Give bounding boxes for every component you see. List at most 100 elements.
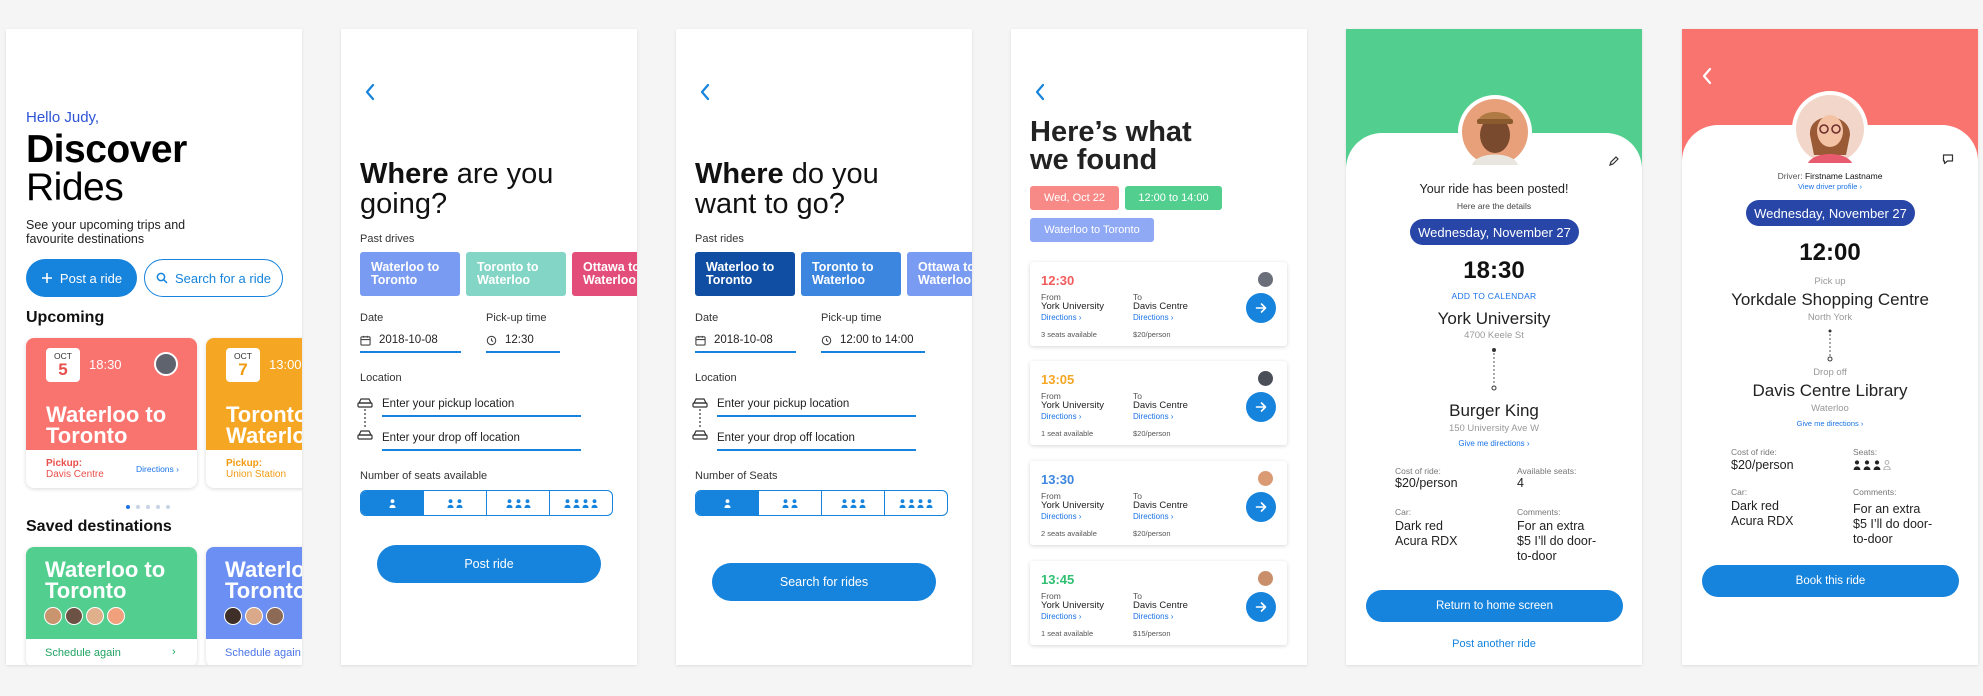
past-route-chip[interactable]: Ottawa to Waterloo (572, 252, 637, 296)
carousel-dot[interactable] (136, 505, 140, 509)
past-route-chip[interactable]: Ottawa to Waterloo (907, 252, 972, 296)
post-another-ride-link[interactable]: Post another ride (1346, 638, 1642, 650)
seat-option-3[interactable] (487, 491, 550, 515)
from-directions-link[interactable]: Directions › (1041, 412, 1081, 421)
past-route-chip[interactable]: Toronto to Waterloo (466, 252, 566, 296)
person-icon (523, 498, 531, 508)
rider-avatar (245, 607, 263, 625)
upcoming-ride-card[interactable]: OCT 5 18:30 Waterloo to Toronto Pickup: … (26, 338, 197, 488)
posted-message: Your ride has been posted! (1419, 182, 1569, 196)
filter-time-tag[interactable]: 12:00 to 14:00 (1125, 186, 1222, 210)
back-button[interactable] (359, 79, 381, 105)
plus-icon (41, 273, 52, 283)
directions-link[interactable]: Give me directions › (1346, 439, 1642, 448)
pickup-time-field[interactable]: 12:00 to 14:00 (821, 329, 925, 353)
pickup-label: Pick up (1814, 276, 1846, 287)
title-bold: Where (695, 158, 784, 190)
dropoff-location-input[interactable]: Enter your drop off location (717, 427, 916, 451)
from-directions-link[interactable]: Directions › (1041, 313, 1081, 322)
filter-route-tag[interactable]: Waterloo to Toronto (1030, 218, 1154, 242)
seat-option-1[interactable] (361, 491, 424, 515)
past-route-chip[interactable]: Waterloo to Toronto (695, 252, 795, 296)
saved-heading: Saved destinations (26, 518, 172, 535)
schedule-again-link[interactable]: Schedule again (225, 647, 301, 659)
to-directions-link[interactable]: Directions › (1133, 612, 1173, 621)
search-ride-button[interactable]: Search for a ride (144, 259, 283, 297)
seat-selector[interactable] (360, 490, 613, 516)
date-field[interactable]: 2018-10-08 (695, 329, 796, 353)
back-button[interactable] (1696, 63, 1718, 89)
person-icon (456, 498, 463, 508)
select-ride-button[interactable] (1246, 293, 1276, 323)
directions-link[interactable]: Directions › (136, 464, 179, 474)
past-rides-label: Past rides (695, 233, 744, 245)
person-icon (1863, 460, 1871, 470)
schedule-again-link[interactable]: Schedule again (45, 647, 121, 659)
book-ride-button[interactable]: Book this ride (1702, 565, 1959, 597)
ride-result-card[interactable]: 13:45 From York University Directions › … (1030, 561, 1287, 645)
seat-option-2[interactable] (424, 491, 487, 515)
select-ride-button[interactable] (1246, 492, 1276, 522)
driver-avatar (1458, 95, 1532, 169)
past-route-chip[interactable]: Toronto to Waterloo (801, 252, 901, 296)
search-rides-button[interactable]: Search for rides (712, 563, 936, 601)
view-profile-link[interactable]: View driver profile › (1682, 182, 1978, 191)
post-ride-button[interactable]: Post a ride (26, 259, 137, 297)
directions-link[interactable]: Give me directions › (1682, 419, 1978, 428)
past-route-chip[interactable]: Waterloo to Toronto (360, 252, 460, 296)
upcoming-ride-card[interactable]: OCT 7 13:00 Toronto to Waterloo Pickup: … (206, 338, 302, 488)
ride-result-card[interactable]: 12:30 From York University Directions › … (1030, 262, 1287, 346)
ride-result-card[interactable]: 13:05 From York University Directions › … (1030, 361, 1287, 445)
seat-selector[interactable] (695, 490, 948, 516)
carousel-dot[interactable] (126, 505, 130, 509)
car-value: Dark red Acura RDX (1731, 499, 1794, 528)
seat-option-1[interactable] (696, 491, 759, 515)
person-icon (447, 498, 454, 508)
cost-value: $20/person (1395, 476, 1458, 490)
back-button[interactable] (694, 79, 716, 105)
pickup-time-field[interactable]: 12:30 (486, 329, 560, 353)
post-ride-submit-button[interactable]: Post ride (377, 545, 601, 583)
seat-option-4[interactable] (885, 491, 947, 515)
dropoff-location-input[interactable]: Enter your drop off location (382, 427, 581, 451)
to-value: Davis Centre (1133, 600, 1188, 611)
person-icon (917, 498, 924, 508)
seats-available: 1 seat available (1041, 429, 1094, 438)
carousel-dot[interactable] (166, 505, 170, 509)
ride-details-screen: Driver: Firstname Lastname View driver p… (1682, 29, 1978, 665)
filter-date-tag[interactable]: Wed, Oct 22 (1030, 186, 1119, 210)
saved-destination-card[interactable]: Waterloo to Toronto Schedule again (206, 547, 302, 665)
select-ride-button[interactable] (1246, 392, 1276, 422)
ride-result-card[interactable]: 13:30 From York University Directions › … (1030, 461, 1287, 545)
edit-icon[interactable] (1608, 155, 1620, 167)
to-directions-link[interactable]: Directions › (1133, 512, 1173, 521)
content-sheet (1346, 133, 1642, 665)
return-home-button[interactable]: Return to home screen (1366, 590, 1623, 622)
from-directions-link[interactable]: Directions › (1041, 512, 1081, 521)
back-button[interactable] (1029, 79, 1051, 105)
date-value: 2018-10-08 (714, 334, 773, 346)
chevron-left-icon (1702, 67, 1712, 85)
clock-icon (486, 335, 497, 345)
to-directions-link[interactable]: Directions › (1133, 313, 1173, 322)
to-directions-link[interactable]: Directions › (1133, 412, 1173, 421)
driver-label: Driver: (1777, 171, 1805, 181)
seat-option-4[interactable] (550, 491, 612, 515)
pickup-location-input[interactable]: Enter your pickup location (382, 393, 581, 417)
carousel-dot[interactable] (146, 505, 150, 509)
chevron-left-icon (700, 83, 710, 101)
select-ride-button[interactable] (1246, 592, 1276, 622)
seat-option-2[interactable] (759, 491, 822, 515)
comments-value: For an extra $5 I’ll do door-to-door (1853, 502, 1933, 546)
carousel-dot[interactable] (156, 505, 160, 509)
from-directions-link[interactable]: Directions › (1041, 612, 1081, 621)
seat-option-3[interactable] (822, 491, 885, 515)
comments-label: Comments: (1517, 507, 1561, 517)
date-field[interactable]: 2018-10-08 (360, 329, 461, 353)
saved-title: Waterloo to Toronto (45, 557, 166, 603)
saved-destination-card[interactable]: Waterloo to Toronto Schedule again › (26, 547, 197, 665)
pickup-location-input[interactable]: Enter your pickup location (717, 393, 916, 417)
add-to-calendar-link[interactable]: ADD TO CALENDAR (1346, 291, 1642, 301)
rider-avatar (44, 607, 62, 625)
chat-icon[interactable] (1942, 153, 1954, 165)
